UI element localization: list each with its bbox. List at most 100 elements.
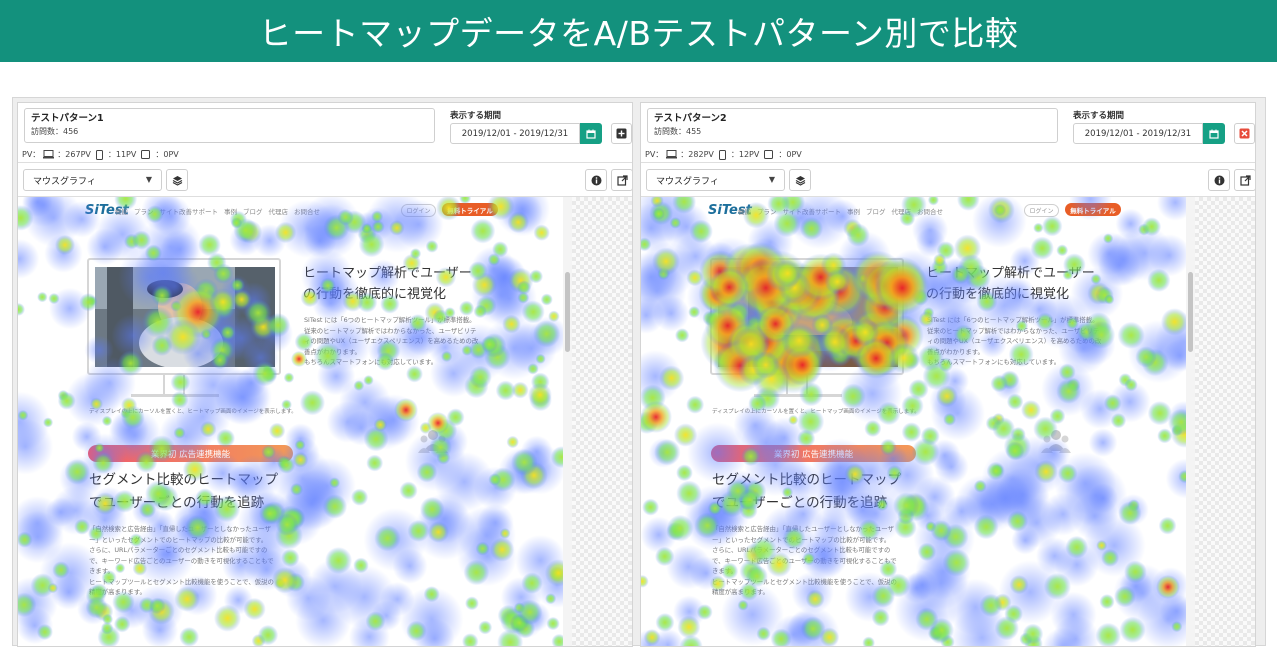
- site-login-button: ログイン: [401, 204, 436, 217]
- divider: [641, 162, 1255, 163]
- monitor-base: [754, 394, 842, 397]
- info-button[interactable]: [585, 169, 607, 191]
- site-nav-item: ブログ: [243, 208, 263, 216]
- feature-badge: 業界初 広告連携機能: [711, 445, 916, 462]
- hero-body-line: SiTest には「6つのヒートマップ解析ツール」が標準搭載。: [927, 316, 1099, 324]
- hero-body: SiTest には「6つのヒートマップ解析ツール」が標準搭載。 従来のヒートマッ…: [927, 315, 1101, 368]
- section-title-line: セグメント比較のヒートマップ: [712, 472, 901, 488]
- scrollbar-thumb[interactable]: [565, 272, 570, 352]
- section-title: セグメント比較のヒートマップ でユーザーごとの行動を追跡: [89, 469, 278, 515]
- layers-button[interactable]: [166, 169, 188, 191]
- add-pattern-button[interactable]: [611, 123, 632, 144]
- hero-body: SiTest には「6つのヒートマップ解析ツール」が標準搭載。 従来のヒートマッ…: [304, 315, 478, 368]
- site-trial-button: 無料トライアル: [1065, 203, 1121, 216]
- pv-label: PV：: [645, 150, 664, 159]
- monitor-stand: [163, 374, 185, 396]
- site-nav-item: お問合せ: [294, 208, 320, 216]
- layers-icon: [172, 175, 182, 186]
- view-mode-value: マウスグラフィ: [656, 176, 719, 187]
- mobile-icon: [764, 150, 774, 159]
- site-nav: 機能 プラン サイト改善サポート 事例 ブログ 代理店 お問合せ: [115, 206, 320, 216]
- pv-mobile: ：0PV: [155, 150, 179, 159]
- site-nav-item: 機能: [115, 208, 128, 216]
- monitor-caption: ディスプレイの上にカーソルを置くと、ヒートマップ画面のイメージを表示します。: [712, 409, 920, 415]
- view-mode-select[interactable]: マウスグラフィ ▼: [646, 169, 785, 191]
- heatmap-viewport[interactable]: SiTest 機能 プラン サイト改善サポート 事例 ブログ 代理店 お問合せ …: [641, 197, 1255, 646]
- section-body: 「自然検索と広告経由」「直帰したユーザーとしなかったユーザ ー」といったセグメン…: [89, 524, 274, 598]
- monitor-caption: ディスプレイの上にカーソルを置くと、ヒートマップ画面のイメージを表示します。: [89, 409, 297, 415]
- banner-title: ヒートマップデータをA/Bテストパターン別で比較: [258, 14, 1019, 53]
- info-icon: [1214, 175, 1224, 185]
- empty-canvas-area: [1195, 197, 1255, 646]
- period-label: 表示する期間: [1073, 111, 1125, 121]
- section-title: セグメント比較のヒートマップ でユーザーごとの行動を追跡: [712, 469, 901, 515]
- title-banner: ヒートマップデータをA/Bテストパターン別で比較: [0, 0, 1277, 62]
- pattern-name: テストパターン1: [31, 113, 104, 124]
- pv-mobile: ：0PV: [778, 150, 802, 159]
- mobile-icon: [141, 150, 151, 159]
- layers-icon: [795, 175, 805, 186]
- hero-body-line: ィの問題やUX（ユーザエクスペリエンス）を高めるための改: [304, 337, 479, 345]
- pattern-info-box: テストパターン2 訪問数：455: [647, 108, 1058, 143]
- section-body: 「自然検索と広告経由」「直帰したユーザーとしなかったユーザ ー」といったセグメン…: [712, 524, 897, 598]
- desktop-icon: [666, 150, 678, 159]
- info-icon: [591, 175, 601, 185]
- section-body-line: 「自然検索と広告経由」「直帰したユーザーとしなかったユーザ: [712, 525, 894, 533]
- view-mode-select[interactable]: マウスグラフィ ▼: [23, 169, 162, 191]
- hero-title-line: ヒートマップ解析でユーザー: [303, 266, 472, 281]
- section-body-line: 「自然検索と広告経由」「直帰したユーザーとしなかったユーザ: [89, 525, 271, 533]
- site-nav-item: 機能: [738, 208, 751, 216]
- hero-body-line: 従来のヒートマップ解析ではわからなかった、ユーザビリテ: [304, 326, 477, 335]
- heatmap-viewport[interactable]: SiTest 機能 プラン サイト改善サポート 事例 ブログ 代理店 お問合せ …: [18, 197, 632, 646]
- hero-title-line: ヒートマップ解析でユーザー: [926, 266, 1095, 281]
- layers-button[interactable]: [789, 169, 811, 191]
- hero-body-line: 従来のヒートマップ解析ではわからなかった、ユーザビリテ: [927, 326, 1100, 335]
- cat-photo: [718, 267, 898, 367]
- period-label: 表示する期間: [450, 111, 502, 121]
- pv-desktop: ：267PV: [57, 150, 91, 159]
- site-nav-item: 事例: [847, 208, 860, 216]
- pv-tablet: ：11PV: [107, 150, 137, 159]
- site-nav-item: 代理店: [268, 208, 289, 216]
- section-body-line: ー」といったセグメントでのヒートマップの比較が可能です。: [712, 535, 891, 544]
- section-title-line: でユーザーごとの行動を追跡: [89, 495, 265, 511]
- date-range-input[interactable]: 2019/12/01 - 2019/12/31: [1073, 123, 1203, 144]
- pv-summary: PV： ：282PV ：12PV ：0PV: [645, 149, 802, 160]
- section-body-line: さらに、URLパラメーターごとのセグメント比較も可能ですの: [712, 546, 891, 554]
- tablet-icon: [95, 149, 103, 160]
- pv-tablet: ：12PV: [730, 150, 760, 159]
- site-login-button: ログイン: [1024, 204, 1059, 217]
- hero-body-line: もちろんスマートフォンにも対応しています。: [304, 358, 438, 366]
- calendar-button[interactable]: [580, 123, 602, 144]
- calendar-icon: [586, 129, 596, 139]
- section-title-line: セグメント比較のヒートマップ: [89, 472, 278, 488]
- tablet-icon: [718, 149, 726, 160]
- section-body-line: ー」といったセグメントでのヒートマップの比較が可能です。: [89, 535, 268, 544]
- external-link-icon: [616, 174, 628, 186]
- users-icon: [1041, 430, 1071, 453]
- site-nav-item: お問合せ: [917, 208, 943, 216]
- section-body-line: さらに、URLパラメーターごとのセグメント比較も可能ですの: [89, 546, 268, 554]
- pv-label: PV：: [22, 150, 41, 159]
- hero-title-line: の行動を徹底的に視覚化: [303, 287, 447, 302]
- caret-down-icon: ▼: [768, 175, 775, 184]
- empty-canvas-area: [572, 197, 632, 646]
- open-external-button[interactable]: [611, 169, 632, 191]
- info-button[interactable]: [1208, 169, 1230, 191]
- section-body-line: きます。: [712, 567, 737, 575]
- date-range-input[interactable]: 2019/12/01 - 2019/12/31: [450, 123, 580, 144]
- remove-pattern-button[interactable]: [1234, 123, 1255, 144]
- monitor-stand: [786, 374, 808, 396]
- scrollbar-thumb[interactable]: [1188, 272, 1193, 352]
- site-nav-item: サイト改善サポート: [159, 208, 219, 216]
- open-external-button[interactable]: [1234, 169, 1255, 191]
- calendar-button[interactable]: [1203, 123, 1225, 144]
- caret-down-icon: ▼: [145, 175, 152, 184]
- hero-body-line: もちろんスマートフォンにも対応しています。: [927, 358, 1061, 366]
- monitor-base: [131, 394, 219, 397]
- scrollbar-track[interactable]: [563, 197, 572, 646]
- scrollbar-track[interactable]: [1186, 197, 1195, 646]
- hero-body-line: 善点がわかります。: [927, 347, 984, 356]
- feature-badge: 業界初 広告連携機能: [88, 445, 293, 462]
- hero-body-line: 善点がわかります。: [304, 347, 361, 356]
